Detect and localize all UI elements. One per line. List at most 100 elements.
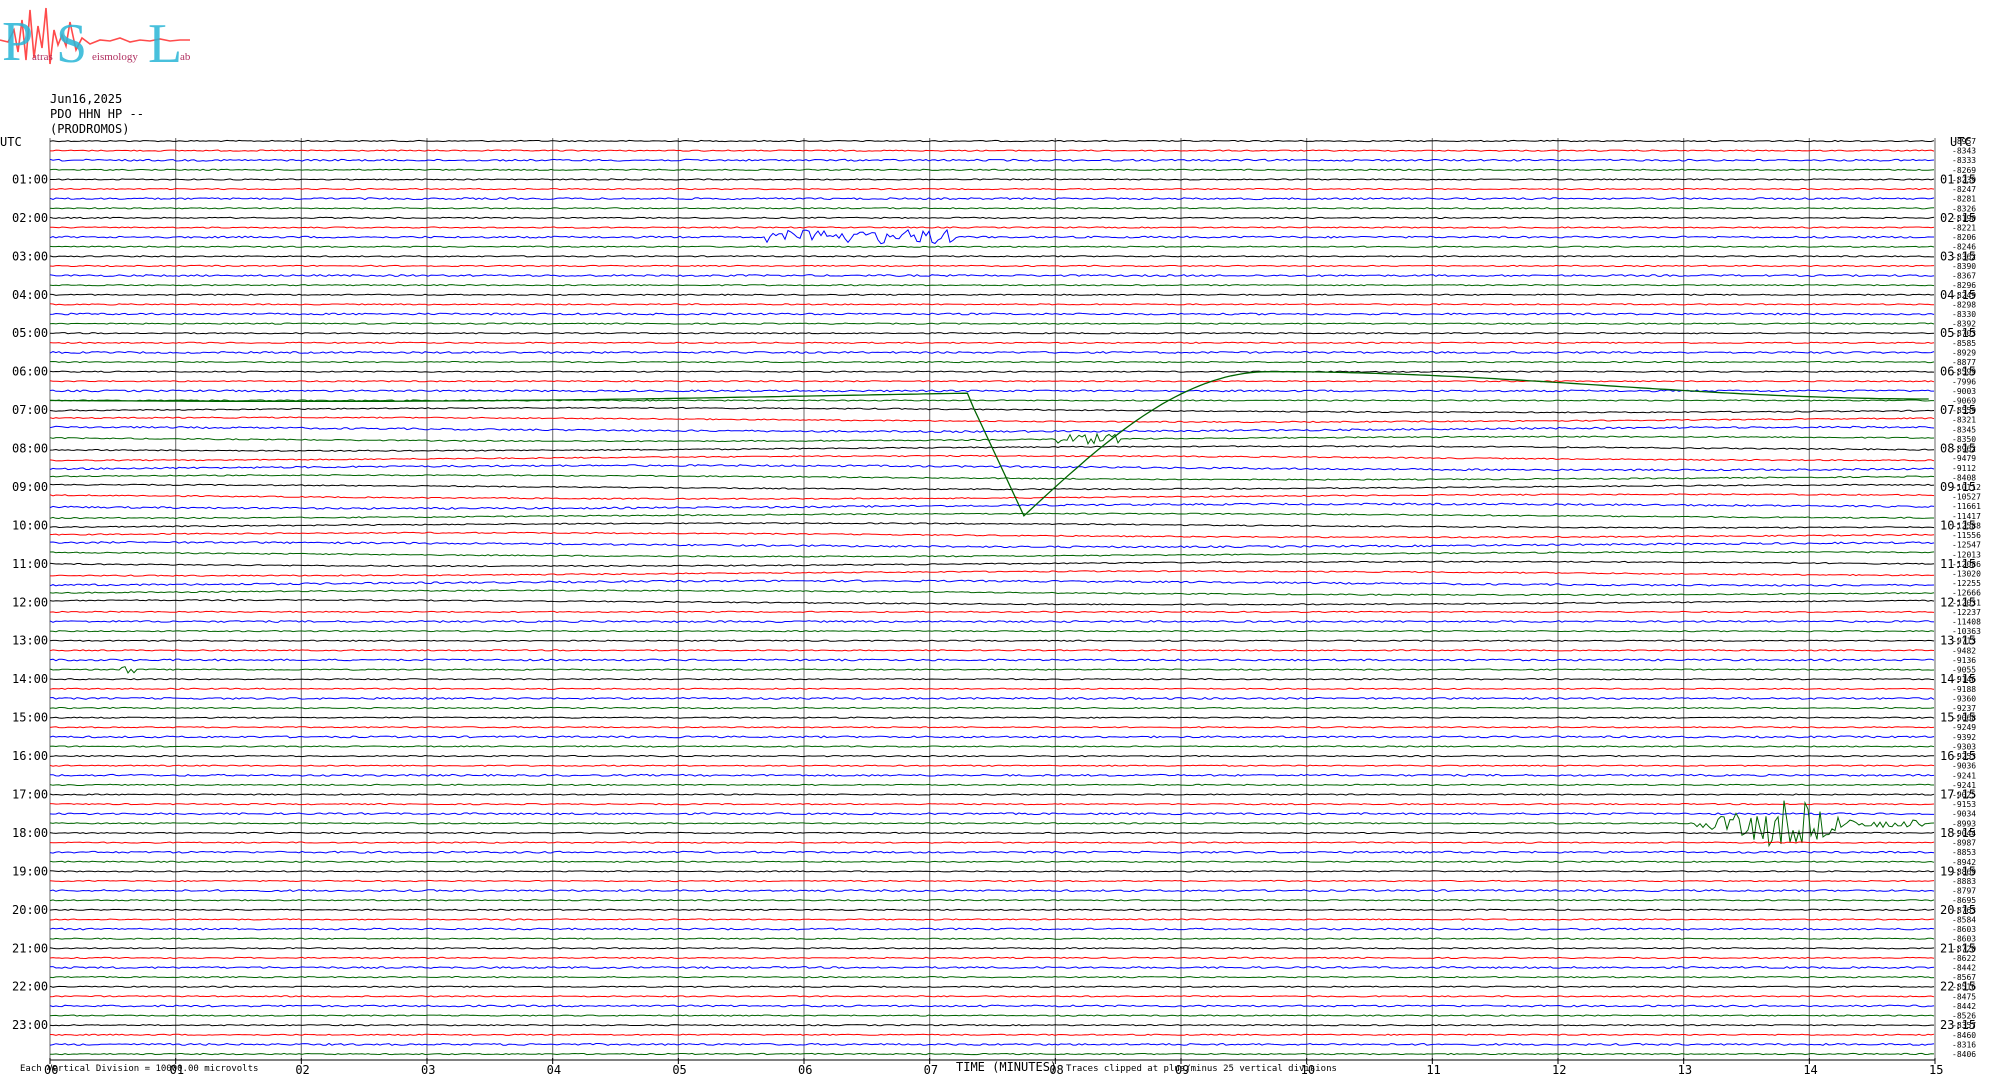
trace-line xyxy=(49,464,1935,472)
trace-line xyxy=(49,187,1935,191)
trace-line xyxy=(49,332,1935,335)
left-hour-label: 06:00 xyxy=(12,365,48,379)
left-hour-label: 20:00 xyxy=(12,903,48,917)
trace-line xyxy=(49,754,1934,758)
trace-offset-label: -9392 xyxy=(1952,733,1976,742)
trace-lines xyxy=(49,139,1935,1056)
left-hour-label: 12:00 xyxy=(12,595,48,609)
trace-line xyxy=(49,245,1935,248)
trace-line xyxy=(50,178,1935,181)
left-hour-label: 07:00 xyxy=(12,403,48,417)
left-hour-label: 03:00 xyxy=(12,249,48,263)
left-hour-label: 19:00 xyxy=(12,864,48,878)
right-hour-label: 10:15 xyxy=(1940,518,1976,532)
trace-line xyxy=(49,550,1935,558)
left-hour-label: 04:00 xyxy=(12,288,48,302)
trace-offset-label: -8345 xyxy=(1952,425,1976,434)
trace-line xyxy=(49,678,1935,681)
right-hour-label: 04:15 xyxy=(1940,288,1976,302)
trace-line xyxy=(49,802,1935,806)
trace-line xyxy=(49,687,1935,690)
trace-line xyxy=(49,432,1935,445)
x-tick-label: 03 xyxy=(421,1063,435,1077)
trace-line xyxy=(49,918,1935,921)
x-tick-label: 05 xyxy=(672,1063,686,1077)
trace-line xyxy=(49,454,1935,462)
right-hour-label: 06:15 xyxy=(1940,365,1976,379)
trace-line xyxy=(49,1042,1935,1046)
trace-line xyxy=(49,255,1934,258)
trace-line xyxy=(49,1033,1935,1036)
trace-line xyxy=(49,1024,1934,1027)
left-hour-label: 09:00 xyxy=(12,480,48,494)
trace-line xyxy=(49,370,1935,373)
left-hour-label: 23:00 xyxy=(12,1018,48,1032)
right-hour-label: 01:15 xyxy=(1940,172,1976,186)
left-hour-label: 02:00 xyxy=(12,211,48,225)
trace-line xyxy=(49,879,1935,883)
left-hour-label: 21:00 xyxy=(12,941,48,955)
left-hour-label: 01:00 xyxy=(12,172,48,186)
x-tick-label: 02 xyxy=(295,1063,309,1077)
x-tick-label: 13 xyxy=(1678,1063,1692,1077)
trace-offset-label: -9136 xyxy=(1952,656,1976,665)
trace-line xyxy=(49,502,1935,510)
right-hour-label: 03:15 xyxy=(1940,249,1976,263)
trace-line xyxy=(49,425,1935,433)
trace-line xyxy=(49,322,1935,325)
trace-line xyxy=(49,579,1935,587)
x-tick-label: 14 xyxy=(1803,1063,1817,1077)
right-hour-label: 11:15 xyxy=(1940,557,1976,571)
trace-line xyxy=(49,416,1935,424)
trace-offset-label: -8206 xyxy=(1952,233,1976,242)
trace-offset-label: -8442 xyxy=(1952,1002,1976,1011)
trace-line xyxy=(49,649,1935,652)
right-hour-label: 15:15 xyxy=(1940,711,1976,725)
trace-line xyxy=(49,793,1935,796)
trace-line xyxy=(49,850,1935,854)
footer-right-note: Traces clipped at plus/minus 25 vertical… xyxy=(1066,1064,1337,1074)
left-hour-label: 18:00 xyxy=(12,826,48,840)
trace-line xyxy=(49,937,1935,940)
trace-offset-label: -8442 xyxy=(1952,964,1976,973)
right-hour-label: 18:15 xyxy=(1940,826,1976,840)
trace-line xyxy=(49,158,1935,162)
trace-offset-label: -8406 xyxy=(1952,1050,1976,1059)
trace-line xyxy=(50,570,1935,577)
trace-offset-label: -9034 xyxy=(1952,810,1976,819)
trace-line xyxy=(49,589,1935,597)
left-hour-label: 16:00 xyxy=(12,749,48,763)
left-hour-label: 08:00 xyxy=(12,442,48,456)
right-hour-label: 13:15 xyxy=(1940,634,1976,648)
right-hour-label: 16:15 xyxy=(1940,749,1976,763)
trace-line xyxy=(49,474,1935,481)
trace-offset-label: -8316 xyxy=(1952,1040,1976,1049)
right-hour-label: 21:15 xyxy=(1940,941,1976,955)
trace-line xyxy=(49,927,1935,931)
trace-offset-label: -9241 xyxy=(1952,771,1976,780)
right-hour-label: 22:15 xyxy=(1940,980,1976,994)
trace-line xyxy=(49,483,1935,491)
right-hour-label: 14:15 xyxy=(1940,672,1976,686)
right-hour-label: 09:15 xyxy=(1940,480,1976,494)
trace-line xyxy=(49,493,1935,500)
right-hour-label: 08:15 xyxy=(1940,442,1976,456)
trace-line xyxy=(49,228,1934,245)
trace-line xyxy=(49,773,1935,777)
trace-line xyxy=(49,908,1935,911)
trace-line xyxy=(49,598,1935,606)
trace-line xyxy=(49,706,1935,710)
trace-line xyxy=(49,841,1935,844)
x-tick-label: 04 xyxy=(547,1063,561,1077)
x-tick-label: 12 xyxy=(1552,1063,1566,1077)
trace-offset-label: -8333 xyxy=(1952,156,1976,165)
trace-line xyxy=(49,610,1935,614)
trace-line xyxy=(50,226,1935,229)
right-hour-label: 02:15 xyxy=(1940,211,1976,225)
trace-line xyxy=(49,284,1935,287)
trace-line xyxy=(49,560,1935,568)
trace-line xyxy=(49,312,1935,316)
right-hour-label: 17:15 xyxy=(1940,788,1976,802)
trace-offset-label: -8330 xyxy=(1952,310,1976,319)
trace-line xyxy=(49,966,1935,969)
